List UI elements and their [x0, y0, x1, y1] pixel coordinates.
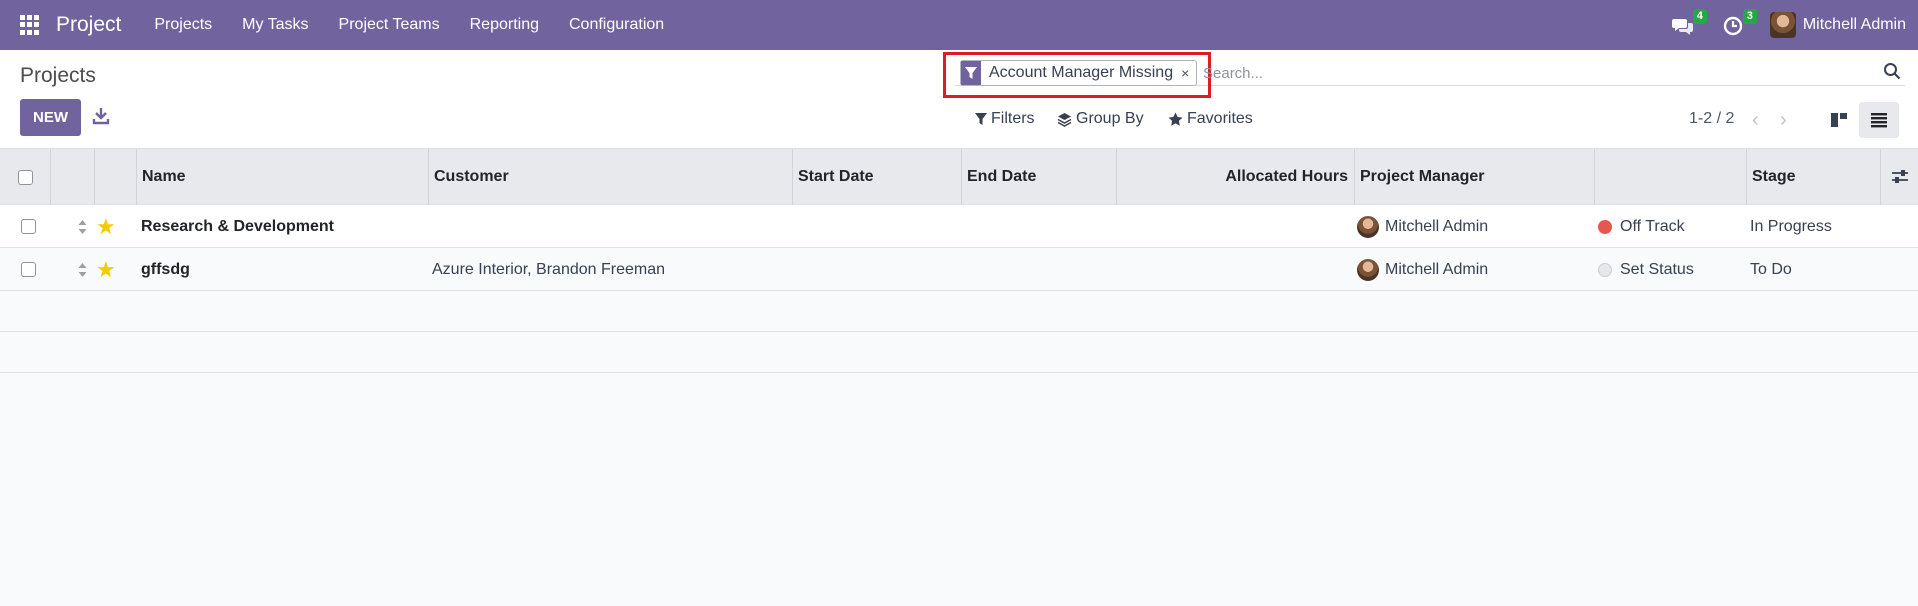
manager-name: Mitchell Admin — [1385, 217, 1489, 235]
favorites-button[interactable]: Favorites — [1168, 110, 1253, 128]
handle-column-header — [50, 149, 94, 205]
status-dot-icon — [1598, 262, 1612, 277]
activities-count-badge: 3 — [1742, 9, 1757, 24]
column-header-project-manager[interactable]: Project Manager — [1354, 149, 1594, 205]
user-avatar — [1769, 12, 1796, 38]
filters-button[interactable]: Filters — [975, 110, 1035, 128]
column-header-end-date[interactable]: End Date — [961, 149, 1116, 205]
filter-icon — [961, 61, 981, 85]
favorite-star-icon[interactable]: ★ — [96, 205, 116, 248]
download-icon[interactable] — [92, 106, 110, 126]
sliders-icon — [1891, 170, 1908, 183]
user-name: Mitchell Admin — [1802, 16, 1906, 33]
stage-cell: In Progress — [1750, 217, 1832, 235]
star-icon — [1168, 112, 1183, 126]
pager-previous-icon[interactable]: ‹ — [1752, 109, 1759, 132]
status-label: Off Track — [1620, 217, 1685, 235]
messages-count-badge: 4 — [1692, 9, 1707, 24]
kanban-icon — [1831, 113, 1847, 127]
status-label: Set Status — [1620, 260, 1694, 278]
search-input[interactable] — [1203, 61, 1863, 85]
column-header-name[interactable]: Name — [136, 149, 428, 205]
nav-item-project-teams[interactable]: Project Teams — [324, 16, 455, 34]
empty-row — [0, 291, 1918, 332]
top-navbar: Project Projects My Tasks Project Teams … — [0, 0, 1918, 50]
row-checkbox-cell — [21, 248, 36, 291]
project-name: Research & Development — [141, 217, 334, 235]
nav-item-my-tasks[interactable]: My Tasks — [227, 16, 323, 34]
column-header-start-date[interactable]: Start Date — [792, 149, 961, 205]
allocated-hours-cell — [1116, 205, 1348, 248]
search-icon[interactable] — [1883, 62, 1901, 80]
column-header-allocated-hours[interactable]: Allocated Hours — [1116, 149, 1354, 205]
nav-item-projects[interactable]: Projects — [139, 16, 227, 34]
row-checkbox[interactable] — [21, 262, 36, 277]
projects-table: Name Customer Start Date End Date Alloca… — [0, 148, 1918, 373]
column-header-stage[interactable]: Stage — [1746, 149, 1880, 205]
column-header-status[interactable] — [1594, 149, 1746, 205]
search-facet: Account Manager Missing × — [960, 60, 1198, 86]
drag-handle-icon[interactable] — [78, 205, 87, 248]
table-row[interactable]: ★ Research & Development Mitchell Admin … — [0, 205, 1918, 248]
pager-next-icon[interactable]: › — [1780, 109, 1787, 132]
kanban-view-button[interactable] — [1819, 102, 1859, 138]
table-header: Name Customer Start Date End Date Alloca… — [0, 148, 1918, 205]
app-brand[interactable]: Project — [56, 13, 121, 37]
nav-item-configuration[interactable]: Configuration — [554, 16, 679, 34]
layers-icon — [1057, 112, 1072, 127]
activities-button[interactable]: 3 — [1720, 9, 1757, 38]
messaging-button[interactable]: 4 — [1670, 9, 1707, 38]
manager-name: Mitchell Admin — [1385, 260, 1489, 278]
avatar — [1357, 258, 1379, 281]
optional-columns-button[interactable] — [1880, 149, 1918, 205]
group-by-label: Group By — [1076, 110, 1144, 127]
status-cell[interactable]: Off Track — [1598, 205, 1685, 248]
avatar — [1357, 215, 1379, 238]
allocated-hours-cell — [1116, 248, 1348, 291]
chat-icon — [1671, 19, 1693, 35]
row-checkbox[interactable] — [21, 219, 36, 234]
filters-label: Filters — [991, 110, 1035, 127]
project-name: gffsdg — [141, 260, 190, 278]
status-cell[interactable]: Set Status — [1598, 248, 1694, 291]
new-button[interactable]: NEW — [20, 99, 81, 136]
column-header-customer[interactable]: Customer — [428, 149, 792, 205]
favorite-star-icon[interactable]: ★ — [96, 248, 116, 291]
drag-handle-icon[interactable] — [78, 248, 87, 291]
row-checkbox-cell — [21, 205, 36, 248]
favorite-column-header — [94, 149, 136, 205]
list-icon — [1871, 113, 1887, 128]
project-manager-cell[interactable]: Mitchell Admin — [1357, 205, 1488, 248]
user-menu[interactable]: Mitchell Admin — [1769, 12, 1906, 38]
project-manager-cell[interactable]: Mitchell Admin — [1357, 248, 1488, 291]
group-by-button[interactable]: Group By — [1057, 110, 1144, 128]
favorites-label: Favorites — [1187, 110, 1253, 127]
nav-item-reporting[interactable]: Reporting — [455, 16, 554, 34]
status-dot-icon — [1598, 219, 1612, 234]
facet-label: Account Manager Missing — [989, 64, 1174, 81]
customer-cell: Azure Interior, Brandon Freeman — [432, 260, 666, 278]
app-menu-icon[interactable] — [20, 15, 40, 35]
clock-icon — [1723, 16, 1743, 36]
table-row[interactable]: ★ gffsdg Azure Interior, Brandon Freeman… — [0, 248, 1918, 291]
stage-cell: To Do — [1750, 260, 1792, 278]
select-all-cell — [0, 149, 50, 205]
pager-value[interactable]: 1-2 / 2 — [1689, 110, 1734, 128]
empty-row — [0, 332, 1918, 373]
filter-icon — [975, 112, 987, 125]
page-title: Projects — [20, 64, 96, 87]
list-view-button[interactable] — [1859, 102, 1899, 138]
facet-remove-button[interactable]: × — [1181, 65, 1196, 81]
select-all-checkbox[interactable] — [17, 169, 33, 185]
